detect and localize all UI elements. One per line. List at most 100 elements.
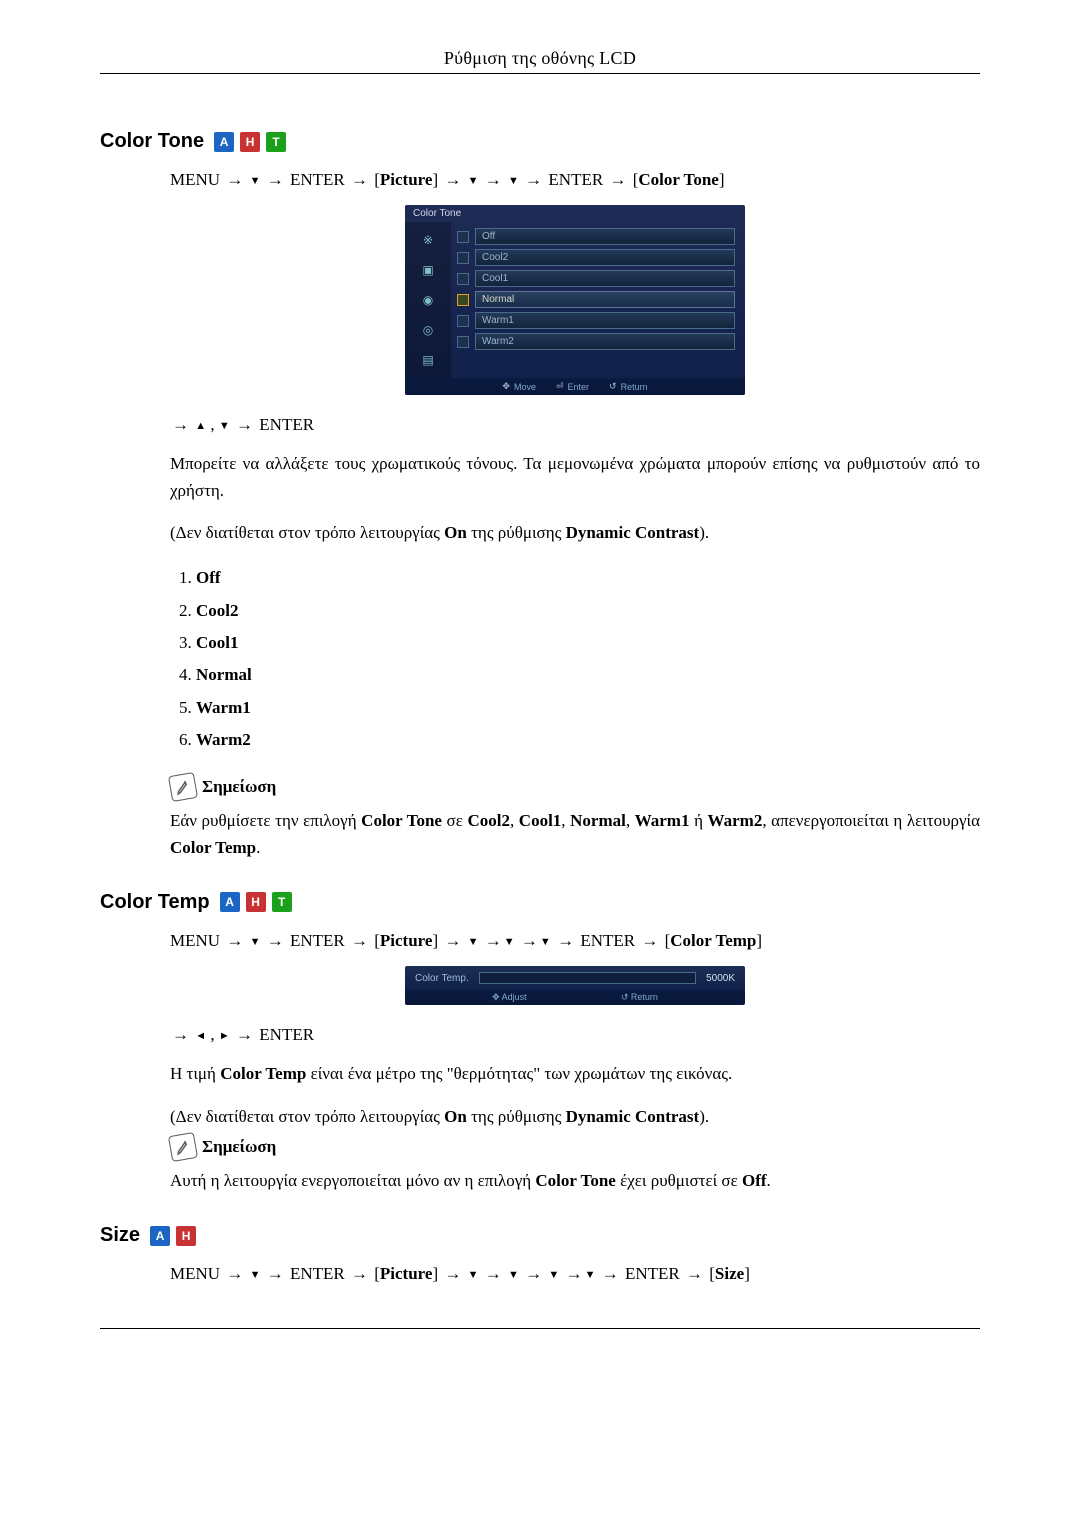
badge-h-icon: H (240, 132, 260, 152)
path-enter: ENTER (548, 170, 607, 189)
paragraph: (Δεν διατίθεται στον τρόπο λειτουργίας O… (170, 1104, 980, 1130)
osd-color-tone: Color Tone ※ ▣ ◉ ◎ ▤ Off Cool2 Cool1 Nor… (405, 205, 745, 395)
osd-item: Warm2 (457, 333, 735, 350)
header-rule (100, 73, 980, 74)
arrow-icon: → (523, 1264, 544, 1283)
text: Εάν ρυθμίσετε την επιλογή (170, 811, 361, 830)
menu-path-size: MENU → ▼ → ENTER → [Picture] → ▼ → ▼ → ▼… (170, 1261, 980, 1287)
section-title-label: Size (100, 1224, 140, 1247)
bold-text: Dynamic Contrast (566, 523, 700, 542)
osd-item: Cool2 (457, 249, 735, 266)
nav-enter: ENTER (259, 1025, 314, 1044)
osd-footer-adjust: Adjust (502, 992, 527, 1002)
comma: , (210, 1025, 219, 1044)
text: , (510, 811, 519, 830)
list-label: Cool2 (196, 601, 239, 620)
list-item: Cool2 (196, 595, 980, 627)
section-title-color-tone: Color Tone A H T (100, 130, 980, 153)
osd-side-icon: ▤ (415, 350, 441, 370)
arrow-icon: → (607, 170, 628, 189)
osd-marker-icon (457, 315, 469, 327)
arrow-icon: → (442, 931, 463, 950)
badge-t-icon: T (272, 892, 292, 912)
osd-marker-icon (457, 336, 469, 348)
osd-side-icon: ◉ (415, 290, 441, 310)
arrow-icon: → (349, 931, 370, 950)
section-title-label: Color Tone (100, 130, 204, 153)
osd-footer-return: Return (631, 992, 658, 1002)
down-icon: ▼ (468, 936, 479, 948)
text: Η τιμή (170, 1064, 220, 1083)
arrow-icon: → (349, 170, 370, 189)
down-icon: ▼ (548, 1269, 559, 1281)
osd-marker-icon (457, 273, 469, 285)
text: ). (699, 523, 709, 542)
list-item: Off (196, 562, 980, 594)
paragraph: Εάν ρυθμίσετε την επιλογή Color Tone σε … (170, 808, 980, 861)
list-label: Warm2 (196, 730, 251, 749)
arrow-icon: → (555, 931, 576, 950)
paragraph: Μπορείτε να αλλάξετε τους χρωματικούς τό… (170, 451, 980, 504)
badge-h-icon: H (176, 1226, 196, 1246)
move-icon: ✥ (502, 381, 510, 392)
osd-title: Color Tone (405, 205, 745, 222)
osd-item-label: Warm1 (475, 312, 735, 329)
down-icon: ▼ (250, 936, 261, 948)
text: . (256, 838, 260, 857)
nav-line-color-tone: → ▲ , ▼ → ENTER (170, 415, 980, 435)
osd-side-icon: ◎ (415, 320, 441, 340)
osd-footer-enter: Enter (568, 382, 590, 392)
path-enter: ENTER (625, 1264, 684, 1283)
section-body-size: MENU → ▼ → ENTER → [Picture] → ▼ → ▼ → ▼… (170, 1261, 980, 1287)
path-enter: ENTER (290, 931, 349, 950)
note-label: Σημείωση (202, 777, 276, 797)
return-icon: ↺ (621, 992, 629, 1002)
badge-h-icon: H (246, 892, 266, 912)
list-item: Normal (196, 659, 980, 691)
bold-text: Color Temp (220, 1064, 306, 1083)
arrow-icon: → (234, 415, 255, 434)
bold-text: Cool1 (519, 811, 562, 830)
path-picture: Picture (380, 170, 433, 189)
arrow-icon: → (600, 1264, 621, 1283)
list-label: Cool1 (196, 633, 239, 652)
down-icon: ▼ (219, 420, 230, 432)
osd-slim-title: Color Temp. (415, 973, 469, 984)
badge-t-icon: T (266, 132, 286, 152)
arrow-icon: → (349, 1264, 370, 1283)
down-icon: ▼ (540, 936, 551, 948)
text: . (767, 1171, 771, 1190)
arrow-icon: → (224, 170, 245, 189)
bold-text: Warm2 (708, 811, 763, 830)
osd-slim-top: Color Temp. 5000K (405, 966, 745, 990)
bold-text: Off (742, 1171, 767, 1190)
comma: , (210, 415, 219, 434)
arrow-icon: → (265, 170, 286, 189)
osd-item-label: Warm2 (475, 333, 735, 350)
arrow-icon: → (224, 931, 245, 950)
path-menu: MENU (170, 170, 224, 189)
osd-slim-value: 5000K (706, 973, 735, 984)
arrow-icon: → (442, 1264, 463, 1283)
section-title-color-temp: Color Temp A H T (100, 891, 980, 914)
osd-slim-footer: ✥ Adjust ↺ Return (405, 990, 745, 1005)
arrow-icon: → (523, 170, 544, 189)
page-header-text: Ρύθμιση της οθόνης LCD (444, 48, 636, 68)
note-pencil-icon (168, 772, 198, 802)
bold-text: On (444, 523, 467, 542)
osd-marker-icon (457, 294, 469, 306)
path-enter: ENTER (290, 1264, 349, 1283)
path-dest: Color Temp (670, 931, 756, 950)
list-item: Warm1 (196, 692, 980, 724)
list-label: Off (196, 568, 221, 587)
path-picture: Picture (380, 1264, 433, 1283)
osd-side-icon: ▣ (415, 260, 441, 280)
section-body-color-tone: MENU → ▼ → ENTER → [Picture] → ▼ → ▼ → E… (170, 167, 980, 861)
path-menu: MENU (170, 1264, 224, 1283)
list-label: Warm1 (196, 698, 251, 717)
path-picture: Picture (380, 931, 433, 950)
page-header: Ρύθμιση της οθόνης LCD (100, 48, 980, 80)
arrow-icon: → (519, 931, 540, 950)
section-title-size: Size A H (100, 1224, 980, 1247)
osd-item-label: Off (475, 228, 735, 245)
